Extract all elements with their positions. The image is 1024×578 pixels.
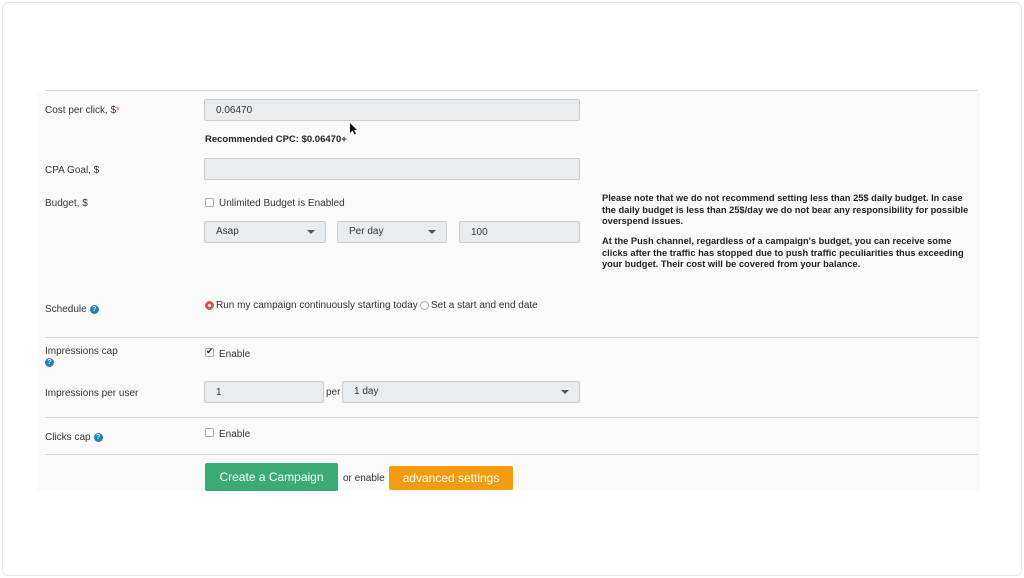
help-icon[interactable]: ? bbox=[93, 432, 103, 442]
schedule-label: Schedule? bbox=[45, 304, 99, 315]
chevron-down-icon bbox=[561, 390, 569, 394]
per-label: per bbox=[326, 387, 341, 398]
chevron-down-icon bbox=[428, 230, 436, 234]
campaign-form-panel bbox=[38, 91, 980, 491]
impressions-cap-label: Impressions cap bbox=[45, 346, 118, 357]
budget-pacing-value: Asap bbox=[216, 226, 239, 237]
advanced-settings-button[interactable]: advanced settings bbox=[389, 466, 513, 490]
or-enable-label: or enable bbox=[343, 473, 385, 484]
cpc-input[interactable] bbox=[204, 99, 580, 121]
budget-period-select[interactable]: Per day bbox=[337, 221, 447, 243]
impressions-per-user-label: Impressions per user bbox=[45, 388, 139, 399]
chevron-down-icon bbox=[307, 230, 315, 234]
budget-notice-paragraph-2: At the Push channel, regardless of a cam… bbox=[602, 236, 964, 269]
unlimited-budget-label: Unlimited Budget is Enabled bbox=[219, 198, 345, 209]
divider bbox=[45, 417, 978, 418]
schedule-continuous-radio[interactable] bbox=[205, 301, 214, 310]
help-icon[interactable]: ? bbox=[89, 304, 99, 314]
create-campaign-button[interactable]: Create a Campaign bbox=[205, 463, 338, 491]
cpa-goal-input[interactable] bbox=[204, 158, 580, 180]
mouse-cursor-icon bbox=[350, 123, 357, 135]
impressions-cap-enable-label: Enable bbox=[219, 349, 251, 360]
impressions-per-user-input[interactable] bbox=[204, 381, 324, 403]
impressions-period-select[interactable]: 1 day bbox=[342, 381, 580, 403]
divider bbox=[45, 337, 978, 338]
schedule-dates-radio[interactable] bbox=[420, 301, 429, 310]
cpa-goal-label: CPA Goal, $ bbox=[45, 165, 100, 176]
budget-pacing-select[interactable]: Asap bbox=[204, 221, 326, 243]
schedule-dates-label: Set a start and end date bbox=[431, 300, 538, 311]
budget-amount-input[interactable] bbox=[459, 221, 580, 243]
divider bbox=[45, 454, 978, 455]
required-mark: * bbox=[116, 105, 120, 115]
divider bbox=[45, 90, 978, 91]
impressions-cap-checkbox[interactable] bbox=[205, 346, 214, 357]
impressions-period-value: 1 day bbox=[354, 386, 379, 397]
clicks-cap-label: Clicks cap? bbox=[45, 432, 103, 443]
help-icon[interactable]: ? bbox=[45, 358, 54, 367]
budget-label: Budget, $ bbox=[45, 198, 88, 209]
budget-notice-paragraph-1: Please note that we do not recommend set… bbox=[602, 193, 969, 226]
cpc-label: Cost per click, $* bbox=[45, 105, 120, 116]
clicks-cap-enable-label: Enable bbox=[219, 429, 251, 440]
clicks-cap-checkbox[interactable] bbox=[205, 428, 214, 437]
schedule-continuous-label: Run my campaign continuously starting to… bbox=[216, 300, 418, 311]
recommended-cpc: Recommended CPC: $0.06470+ bbox=[205, 134, 347, 145]
budget-period-value: Per day bbox=[349, 226, 384, 237]
unlimited-budget-checkbox[interactable] bbox=[205, 198, 214, 207]
